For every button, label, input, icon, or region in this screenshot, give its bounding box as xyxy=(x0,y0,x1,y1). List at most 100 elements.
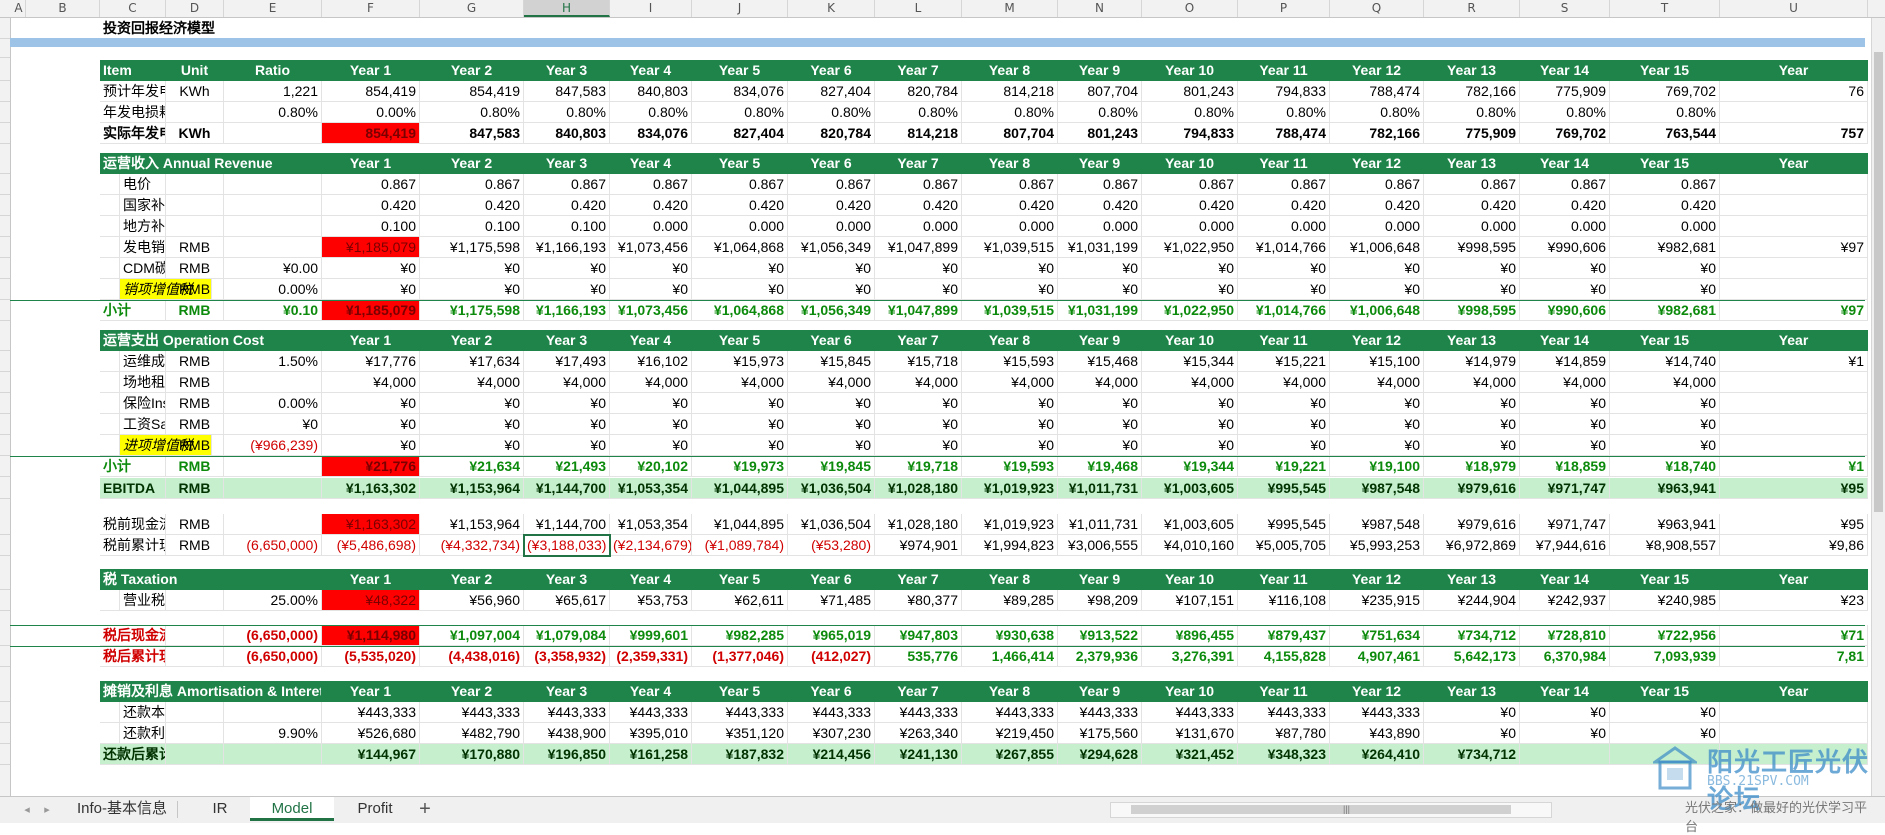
value-cell[interactable]: 7,093,939 xyxy=(1610,646,1720,667)
indent-cell[interactable] xyxy=(100,393,120,414)
value-cell[interactable]: ¥0 xyxy=(1330,414,1424,435)
value-cell[interactable]: ¥62,611 xyxy=(692,590,788,611)
ratio-cell[interactable]: 25.00% xyxy=(224,590,322,611)
value-cell[interactable]: ¥6,972,869 xyxy=(1424,535,1520,556)
row-label[interactable]: 还款利息 IR xyxy=(120,723,166,744)
vertical-scrollbar[interactable] xyxy=(1871,18,1885,796)
value-cell[interactable]: ¥80,377 xyxy=(875,590,962,611)
value-cell[interactable]: ¥987,548 xyxy=(1330,478,1424,499)
ratio-cell[interactable]: Ratio xyxy=(224,60,322,81)
value-cell[interactable]: ¥294,628 xyxy=(1058,744,1142,765)
value-cell[interactable]: ¥0 xyxy=(1238,258,1330,279)
value-cell[interactable]: ¥241,130 xyxy=(875,744,962,765)
indent-cell[interactable] xyxy=(100,590,120,611)
column-header-h[interactable]: H xyxy=(524,0,610,17)
value-cell[interactable]: ¥1,006,648 xyxy=(1330,237,1424,258)
year-header[interactable]: Year 8 xyxy=(962,60,1058,81)
value-cell[interactable]: ¥53,753 xyxy=(610,590,692,611)
ratio-cell[interactable]: ¥0.10 xyxy=(224,300,322,321)
value-cell[interactable]: ¥1,163,302 xyxy=(322,478,420,499)
value-cell[interactable]: ¥4,000 xyxy=(1424,372,1520,393)
value-cell[interactable]: ¥23 xyxy=(1720,590,1868,611)
value-cell[interactable]: ¥0 xyxy=(962,258,1058,279)
year-header[interactable]: Year 10 xyxy=(1142,681,1238,702)
ratio-cell[interactable] xyxy=(224,237,322,258)
value-cell[interactable]: ¥0 xyxy=(322,414,420,435)
value-cell[interactable]: ¥947,803 xyxy=(875,625,962,646)
column-header-q[interactable]: Q xyxy=(1330,0,1424,17)
value-cell[interactable] xyxy=(1720,174,1868,195)
value-cell[interactable]: 0.420 xyxy=(692,195,788,216)
value-cell[interactable]: ¥0 xyxy=(1520,723,1610,744)
value-cell[interactable]: 0.80% xyxy=(1520,102,1610,123)
value-cell[interactable]: 827,404 xyxy=(788,81,875,102)
value-cell[interactable] xyxy=(1720,216,1868,237)
sheet-tab-info[interactable]: Info-基本信息 xyxy=(68,797,176,821)
value-cell[interactable]: 0.867 xyxy=(1424,174,1520,195)
value-cell[interactable]: ¥998,595 xyxy=(1424,237,1520,258)
value-cell[interactable]: ¥971,747 xyxy=(1520,478,1610,499)
year-header[interactable]: Year 8 xyxy=(962,681,1058,702)
unit-cell[interactable]: RMB xyxy=(166,435,224,456)
value-cell[interactable]: ¥1,047,899 xyxy=(875,300,962,321)
value-cell[interactable]: 0.420 xyxy=(788,195,875,216)
sheet-title[interactable]: 投资回报经济模型 xyxy=(100,18,350,39)
value-cell[interactable]: 5,642,173 xyxy=(1424,646,1520,667)
value-cell[interactable]: 840,803 xyxy=(524,123,610,144)
value-cell[interactable]: 0.80% xyxy=(1610,102,1720,123)
value-cell[interactable]: ¥990,606 xyxy=(1520,237,1610,258)
value-cell[interactable]: ¥0 xyxy=(610,435,692,456)
column-header-m[interactable]: M xyxy=(962,0,1058,17)
indent-cell[interactable] xyxy=(100,174,120,195)
add-sheet-button[interactable]: + xyxy=(414,798,436,820)
year-header[interactable]: Year 5 xyxy=(692,681,788,702)
value-cell[interactable]: 847,583 xyxy=(420,123,524,144)
value-cell[interactable]: ¥0 xyxy=(322,279,420,300)
value-cell[interactable]: 0.867 xyxy=(1058,174,1142,195)
unit-cell[interactable]: RMB xyxy=(166,300,224,321)
value-cell[interactable] xyxy=(1520,744,1610,765)
value-cell[interactable]: ¥0 xyxy=(322,393,420,414)
value-cell[interactable]: (¥3,188,033) xyxy=(524,535,610,556)
value-cell[interactable]: ¥15,100 xyxy=(1330,351,1424,372)
value-cell[interactable]: ¥0 xyxy=(524,435,610,456)
value-cell[interactable]: ¥0 xyxy=(1610,435,1720,456)
value-cell[interactable]: ¥1,097,004 xyxy=(420,625,524,646)
value-cell[interactable]: 0.000 xyxy=(788,216,875,237)
value-cell[interactable]: 0.867 xyxy=(692,174,788,195)
unit-cell[interactable]: KWh xyxy=(166,123,224,144)
value-cell[interactable]: ¥1,006,648 xyxy=(1330,300,1424,321)
horizontal-scroll-thumb[interactable]: ||| xyxy=(1131,805,1511,814)
year-header[interactable]: Year xyxy=(1720,569,1868,590)
value-cell[interactable]: ¥0 xyxy=(420,258,524,279)
unit-cell[interactable]: RMB xyxy=(166,414,224,435)
value-cell[interactable]: 820,784 xyxy=(788,123,875,144)
year-header[interactable]: Year 12 xyxy=(1330,330,1424,351)
value-cell[interactable]: ¥0 xyxy=(1520,279,1610,300)
value-cell[interactable]: ¥0 xyxy=(524,393,610,414)
column-header-p[interactable]: P xyxy=(1238,0,1330,17)
value-cell[interactable]: ¥21,634 xyxy=(420,456,524,477)
value-cell[interactable]: ¥995,545 xyxy=(1238,514,1330,535)
row-label[interactable]: 还款本金 Loan Principal xyxy=(120,702,166,723)
column-header-o[interactable]: O xyxy=(1142,0,1238,17)
row-label[interactable]: 运维成本O&M xyxy=(120,351,166,372)
value-cell[interactable]: 0.80% xyxy=(962,102,1058,123)
value-cell[interactable]: 0.000 xyxy=(1520,216,1610,237)
ratio-cell[interactable]: (¥966,239) xyxy=(224,435,322,456)
value-cell[interactable]: ¥0 xyxy=(1520,435,1610,456)
value-cell[interactable]: 0.00% xyxy=(322,102,420,123)
value-cell[interactable]: 535,776 xyxy=(875,646,962,667)
indent-cell[interactable] xyxy=(100,702,120,723)
value-cell[interactable]: (5,535,020) xyxy=(322,646,420,667)
column-header-d[interactable]: D xyxy=(166,0,224,17)
value-cell[interactable]: ¥87,780 xyxy=(1238,723,1330,744)
year-header[interactable]: Year 8 xyxy=(962,153,1058,174)
column-header-s[interactable]: S xyxy=(1520,0,1610,17)
value-cell[interactable]: ¥999,601 xyxy=(610,625,692,646)
value-cell[interactable]: 0.000 xyxy=(1142,216,1238,237)
value-cell[interactable]: ¥0 xyxy=(1424,435,1520,456)
value-cell[interactable]: ¥1,003,605 xyxy=(1142,478,1238,499)
value-cell[interactable]: ¥4,000 xyxy=(524,372,610,393)
value-cell[interactable]: 0.80% xyxy=(524,102,610,123)
